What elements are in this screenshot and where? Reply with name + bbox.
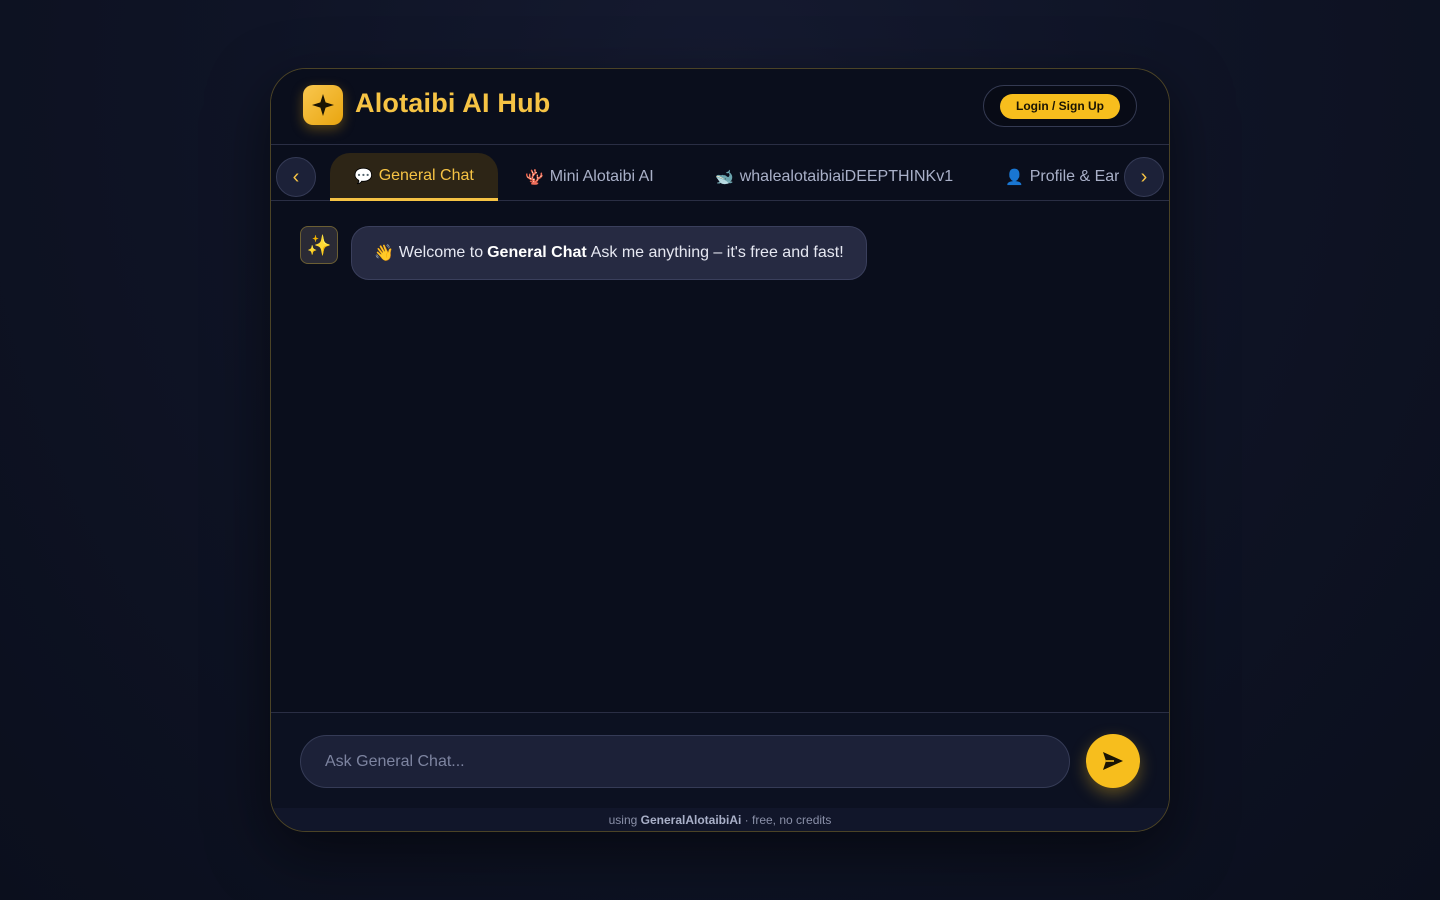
login-signup-button[interactable]: Login / Sign Up [1000, 93, 1120, 119]
footer-prefix: using [608, 813, 638, 827]
tab-whale-deepthink[interactable]: 🐋 whalealotaibiaiDEEPTHINKv1 [715, 153, 953, 201]
message-input[interactable] [300, 735, 1070, 788]
footer-model: GeneralAlotaibiAi [640, 813, 742, 827]
tabs-next-button[interactable]: › [1124, 157, 1164, 197]
tab-label: Profile & Earn [1029, 168, 1119, 185]
tab-label: Mini Alotaibi AI [549, 168, 654, 185]
tabs-bar: ‹ 💬 General Chat 🪸 Mini Alotaibi AI 🐋 wh… [271, 145, 1169, 201]
chat-area: ✨ 👋 Welcome to General Chat Ask me anyth… [271, 202, 1169, 712]
sparkles-icon: ✨ [306, 234, 332, 257]
coral-icon: 🪸 [525, 169, 544, 186]
composer [271, 712, 1169, 808]
send-button[interactable] [1086, 734, 1140, 788]
welcome-suffix: Ask me anything – it's free and fast! [590, 244, 844, 261]
tab-label: General Chat [378, 166, 474, 184]
welcome-chat-name: General Chat [487, 244, 587, 261]
tabs-viewport: 💬 General Chat 🪸 Mini Alotaibi AI 🐋 whal… [329, 145, 1119, 201]
speech-bubble-icon: 💬 [354, 167, 373, 185]
auth-container: Login / Sign Up [983, 85, 1137, 127]
wave-icon: 👋 [374, 245, 394, 262]
tab-label: whalealotaibiaiDEEPTHINKv1 [739, 168, 954, 185]
user-icon: 👤 [1005, 169, 1024, 186]
tab-mini-alotaibi-ai[interactable]: 🪸 Mini Alotaibi AI [525, 153, 654, 201]
tab-general-chat[interactable]: 💬 General Chat [330, 153, 498, 201]
tab-profile-earn[interactable]: 👤 Profile & Earn [1005, 153, 1119, 201]
welcome-message: 👋 Welcome to General Chat Ask me anythin… [351, 226, 867, 280]
header: Alotaibi AI Hub Login / Sign Up [271, 69, 1169, 145]
assistant-avatar: ✨ [300, 226, 338, 264]
app-window: Alotaibi AI Hub Login / Sign Up ‹ 💬 Gene… [270, 68, 1170, 832]
logo [303, 85, 343, 125]
whale-icon: 🐋 [715, 169, 734, 186]
welcome-prefix: Welcome to [398, 244, 484, 261]
send-icon [1103, 752, 1123, 770]
app-title: Alotaibi AI Hub [355, 88, 551, 118]
sparkle-icon [312, 94, 334, 116]
footer: using GeneralAlotaibiAi · free, no credi… [271, 808, 1169, 831]
footer-suffix: · free, no credits [744, 813, 832, 827]
tabs-prev-button[interactable]: ‹ [276, 157, 316, 197]
